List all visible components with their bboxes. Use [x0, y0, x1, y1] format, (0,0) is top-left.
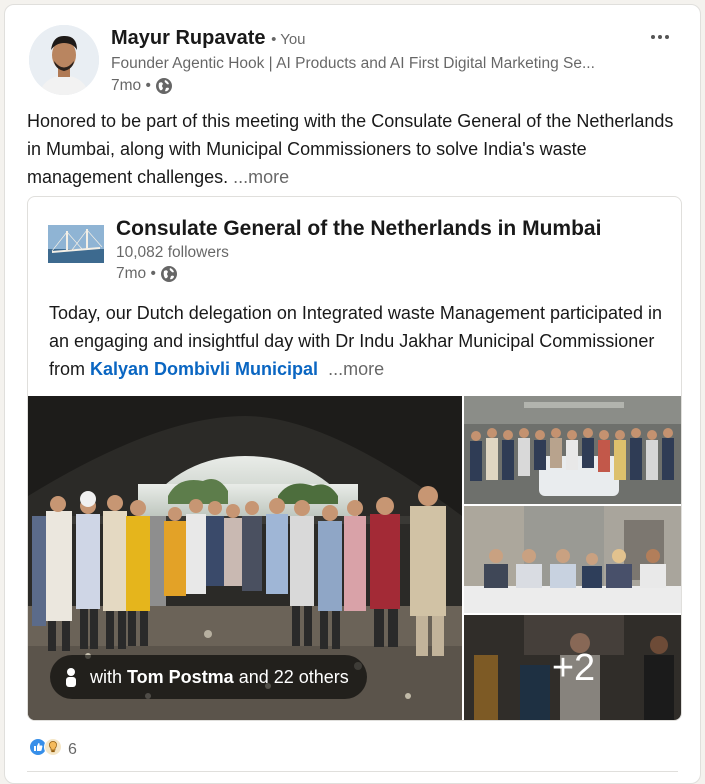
reshared-body: Today, our Dutch delegation on Integrate… — [49, 299, 669, 383]
photo-meeting-3[interactable]: +2 — [464, 615, 681, 720]
social-counts[interactable]: 6 — [29, 738, 77, 761]
reshared-timestamp: 7mo • — [116, 265, 156, 282]
more-photos-overlay[interactable]: +2 — [464, 615, 681, 720]
org-name[interactable]: Consulate General of the Netherlands in … — [116, 215, 656, 242]
author-headline: Founder Agentic Hook | AI Products and A… — [111, 55, 595, 72]
photo-grid: with Tom Postma and 22 others +2 — [28, 396, 681, 720]
globe-icon — [155, 77, 173, 95]
author-name[interactable]: Mayur Rupavate — [111, 27, 266, 49]
post-text: Honored to be part of this meeting with … — [27, 111, 674, 187]
photo-meeting-1[interactable] — [464, 396, 681, 504]
reshared-post[interactable]: Consulate General of the Netherlands in … — [27, 196, 682, 721]
post-card: Mayur Rupavate • You Founder Agentic Hoo… — [4, 4, 701, 784]
globe-icon — [160, 265, 178, 283]
post-timestamp: 7mo • — [111, 77, 151, 94]
org-logo[interactable] — [48, 225, 104, 263]
tagged-people-button[interactable]: with Tom Postma and 22 others — [50, 655, 367, 699]
tagged-people-label: with Tom Postma and 22 others — [90, 666, 349, 687]
person-icon — [64, 667, 78, 687]
you-badge: • You — [271, 31, 306, 48]
org-followers: 10,082 followers — [116, 244, 229, 261]
tagged-person-name: Tom Postma — [127, 666, 234, 687]
mention-link[interactable]: Kalyan Dombivli Municipal — [90, 359, 318, 379]
insightful-icon — [44, 738, 62, 761]
see-more-link[interactable]: ...more — [233, 167, 289, 187]
photo-main[interactable]: with Tom Postma and 22 others — [28, 396, 462, 720]
see-more-link[interactable]: ...more — [328, 359, 384, 379]
photo-meeting-2[interactable] — [464, 506, 681, 613]
author-avatar[interactable] — [29, 25, 99, 95]
post-body: Honored to be part of this meeting with … — [27, 107, 692, 191]
more-options-icon[interactable] — [644, 21, 676, 53]
reaction-count[interactable]: 6 — [68, 741, 77, 759]
